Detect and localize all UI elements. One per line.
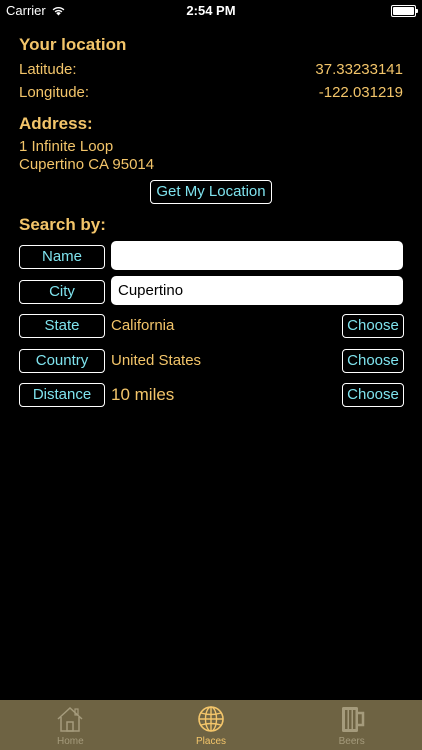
status-bar: Carrier 2:54 PM [0, 0, 422, 22]
city-field-button[interactable]: City [19, 280, 105, 304]
tab-places[interactable]: Places [141, 700, 282, 750]
country-choose-button[interactable]: Choose [342, 349, 404, 373]
tab-beers-label: Beers [338, 736, 365, 747]
battery-icon [391, 5, 418, 17]
distance-choose-button[interactable]: Choose [342, 383, 404, 407]
state-choose-button[interactable]: Choose [342, 314, 404, 338]
name-field-button[interactable]: Name [19, 245, 105, 269]
longitude-label: Longitude: [19, 84, 90, 101]
search-by-heading: Search by: [19, 215, 106, 234]
home-icon [57, 706, 83, 732]
get-my-location-button[interactable]: Get My Location [150, 180, 272, 204]
distance-field-button[interactable]: Distance [19, 383, 105, 407]
country-field-button[interactable]: Country [19, 349, 105, 373]
country-value: United States [111, 352, 202, 369]
status-time: 2:54 PM [186, 3, 236, 18]
tab-beers[interactable]: Beers [281, 700, 422, 750]
your-location-heading: Your location [19, 35, 127, 54]
tab-home-label: Home [56, 736, 84, 747]
beer-mug-icon [341, 707, 364, 732]
address-heading: Address: [19, 114, 93, 133]
tab-places-label: Places [196, 736, 227, 747]
state-value: California [111, 317, 175, 334]
longitude-value: -122.031219 [318, 84, 403, 101]
address-line-2: Cupertino CA 95014 [19, 156, 155, 173]
address-line-1: 1 Infinite Loop [19, 138, 114, 155]
latitude-value: 37.33233141 [315, 61, 403, 78]
name-input[interactable] [111, 241, 403, 270]
city-input[interactable] [111, 276, 403, 305]
tab-bar: Home Places Beers [0, 700, 422, 750]
latitude-label: Latitude: [19, 61, 77, 78]
state-field-button[interactable]: State [19, 314, 105, 338]
globe-icon [198, 706, 224, 732]
distance-value: 10 miles [111, 385, 175, 404]
tab-home[interactable]: Home [0, 700, 141, 750]
